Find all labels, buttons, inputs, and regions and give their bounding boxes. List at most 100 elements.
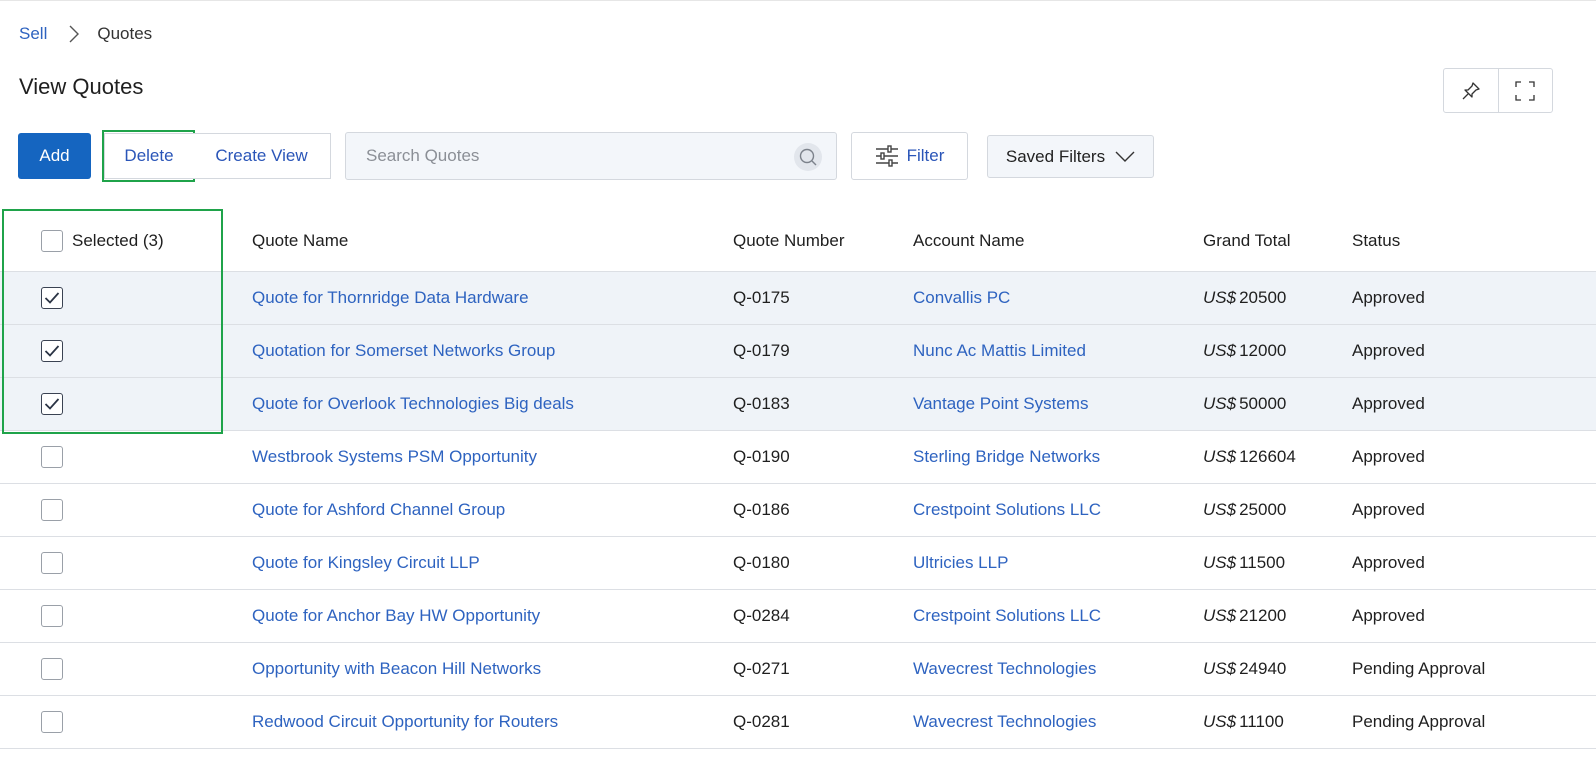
currency-code: US$	[1203, 341, 1237, 360]
table-row[interactable]: Westbrook Systems PSM Opportunity Q-0190 S…	[0, 431, 1596, 484]
create-view-button[interactable]: Create View	[193, 133, 331, 179]
account-name-link[interactable]: Sterling Bridge Networks	[913, 447, 1100, 467]
quote-name-link[interactable]: Quote for Anchor Bay HW Opportunity	[252, 606, 540, 626]
account-name-link[interactable]: Crestpoint Solutions LLC	[913, 500, 1101, 520]
quote-name-link[interactable]: Westbrook Systems PSM Opportunity	[252, 447, 537, 467]
quote-number: Q-0190	[733, 447, 790, 466]
account-name-link[interactable]: Wavecrest Technologies	[913, 659, 1096, 679]
currency-code: US$	[1203, 447, 1237, 466]
quote-name-link[interactable]: Redwood Circuit Opportunity for Routers	[252, 712, 558, 732]
account-name-link[interactable]: Nunc Ac Mattis Limited	[913, 341, 1086, 361]
currency-code: US$	[1203, 500, 1237, 519]
quote-name-link[interactable]: Quote for Ashford Channel Group	[252, 500, 505, 520]
quote-name-link[interactable]: Quote for Overlook Technologies Big deal…	[252, 394, 574, 414]
account-name-link[interactable]: Crestpoint Solutions LLC	[913, 606, 1101, 626]
checkmark-icon	[44, 398, 60, 410]
add-button[interactable]: Add	[18, 133, 91, 179]
page-title: View Quotes	[19, 74, 144, 99]
fullscreen-icon	[1515, 80, 1535, 101]
row-checkbox[interactable]	[41, 658, 63, 680]
saved-filters-label: Saved Filters	[1005, 146, 1106, 166]
table-row[interactable]: Quote for Overlook Technologies Big deal…	[0, 378, 1596, 431]
currency-code: US$	[1203, 606, 1237, 625]
breadcrumb-sell-link[interactable]: Sell	[19, 24, 47, 44]
fullscreen-button[interactable]	[1497, 69, 1553, 112]
pin-icon	[1462, 81, 1480, 99]
table-row[interactable]: Opportunity with Beacon Hill Networks Q-0…	[0, 643, 1596, 696]
column-header-quote-number[interactable]: Quote Number	[733, 231, 845, 251]
select-all-checkbox[interactable]	[41, 229, 63, 252]
filter-button[interactable]: Filter	[851, 132, 968, 180]
delete-button[interactable]: Delete	[104, 133, 194, 179]
row-checkbox[interactable]	[41, 499, 63, 521]
quote-name-link[interactable]: Quote for Thornridge Data Hardware	[252, 288, 529, 308]
table-row[interactable]: Quote for Thornridge Data Hardware Q-0175…	[0, 272, 1596, 325]
grand-total: US$ 24940	[1203, 659, 1286, 679]
breadcrumb: Sell Quotes	[19, 24, 152, 44]
table-row[interactable]: Redwood Circuit Opportunity for Routers Q…	[0, 696, 1596, 749]
sliders-icon	[875, 145, 898, 167]
filter-label: Filter	[906, 146, 945, 165]
status-text: Approved	[1352, 341, 1425, 360]
pin-button[interactable]	[1444, 69, 1498, 112]
quote-name-link[interactable]: Quotation for Somerset Networks Group	[252, 341, 555, 361]
selected-count: Selected (3)	[72, 230, 164, 250]
grand-total: US$ 12000	[1203, 341, 1286, 361]
table-row[interactable]: Quote for Anchor Bay HW Opportunity Q-028…	[0, 590, 1596, 643]
currency-code: US$	[1203, 553, 1237, 572]
quote-number: Q-0179	[733, 341, 790, 360]
row-checkbox[interactable]	[41, 446, 63, 468]
grand-total-value: 25000	[1239, 500, 1287, 519]
currency-code: US$	[1203, 288, 1237, 307]
row-checkbox[interactable]	[41, 711, 63, 733]
row-checkbox[interactable]	[41, 605, 63, 627]
quote-number: Q-0183	[733, 394, 790, 413]
currency-code: US$	[1203, 659, 1237, 678]
row-checkbox[interactable]	[41, 393, 63, 415]
row-checkbox[interactable]	[41, 340, 63, 362]
status-text: Approved	[1352, 606, 1425, 625]
table-header: Selected (3) Quote Name Quote Number Acc…	[0, 210, 1596, 272]
grand-total: US$ 11100	[1203, 712, 1284, 732]
quote-name-link[interactable]: Opportunity with Beacon Hill Networks	[252, 659, 541, 679]
checkmark-icon	[44, 345, 60, 357]
saved-filters-dropdown[interactable]: Saved Filters	[987, 135, 1154, 178]
account-name-link[interactable]: Convallis PC	[913, 288, 1010, 308]
grand-total: US$ 50000	[1203, 394, 1286, 414]
search-icon[interactable]	[794, 143, 822, 171]
row-checkbox[interactable]	[41, 552, 63, 574]
quote-name-link[interactable]: Quote for Kingsley Circuit LLP	[252, 553, 480, 573]
table-row[interactable]: Quotation for Somerset Networks Group Q-0…	[0, 325, 1596, 378]
chevron-right-icon	[69, 25, 80, 43]
search-input[interactable]	[346, 133, 766, 179]
grand-total-value: 24940	[1239, 659, 1287, 678]
grand-total-value: 126604	[1239, 447, 1296, 466]
grand-total-value: 20500	[1239, 288, 1287, 307]
grand-total: US$ 20500	[1203, 288, 1286, 308]
top-divider	[0, 0, 1596, 2]
row-checkbox[interactable]	[41, 287, 63, 309]
quote-number: Q-0284	[733, 606, 790, 625]
chevron-down-icon	[1115, 151, 1135, 162]
grand-total-value: 11100	[1239, 712, 1284, 731]
quotes-table: Selected (3) Quote Name Quote Number Acc…	[0, 210, 1596, 749]
checkmark-icon	[44, 292, 60, 304]
status-text: Pending Approval	[1352, 659, 1486, 678]
grand-total-value: 11500	[1239, 553, 1286, 572]
grand-total: US$ 25000	[1203, 500, 1286, 520]
column-header-status[interactable]: Status	[1352, 231, 1400, 251]
account-name-link[interactable]: Vantage Point Systems	[913, 394, 1088, 414]
table-row[interactable]: Quote for Kingsley Circuit LLP Q-0180 Ultr…	[0, 537, 1596, 590]
account-name-link[interactable]: Wavecrest Technologies	[913, 712, 1096, 732]
quote-number: Q-0186	[733, 500, 790, 519]
column-header-grand-total[interactable]: Grand Total	[1203, 231, 1291, 251]
status-text: Approved	[1352, 394, 1425, 413]
table-row[interactable]: Quote for Ashford Channel Group Q-0186 Cre…	[0, 484, 1596, 537]
grand-total: US$ 21200	[1203, 606, 1286, 626]
account-name-link[interactable]: Ultricies LLP	[913, 553, 1008, 573]
breadcrumb-current: Quotes	[97, 24, 153, 43]
grand-total: US$ 126604	[1203, 447, 1296, 467]
column-header-account-name[interactable]: Account Name	[913, 231, 1025, 251]
column-header-quote-name[interactable]: Quote Name	[252, 231, 348, 251]
grand-total-value: 50000	[1239, 394, 1287, 413]
